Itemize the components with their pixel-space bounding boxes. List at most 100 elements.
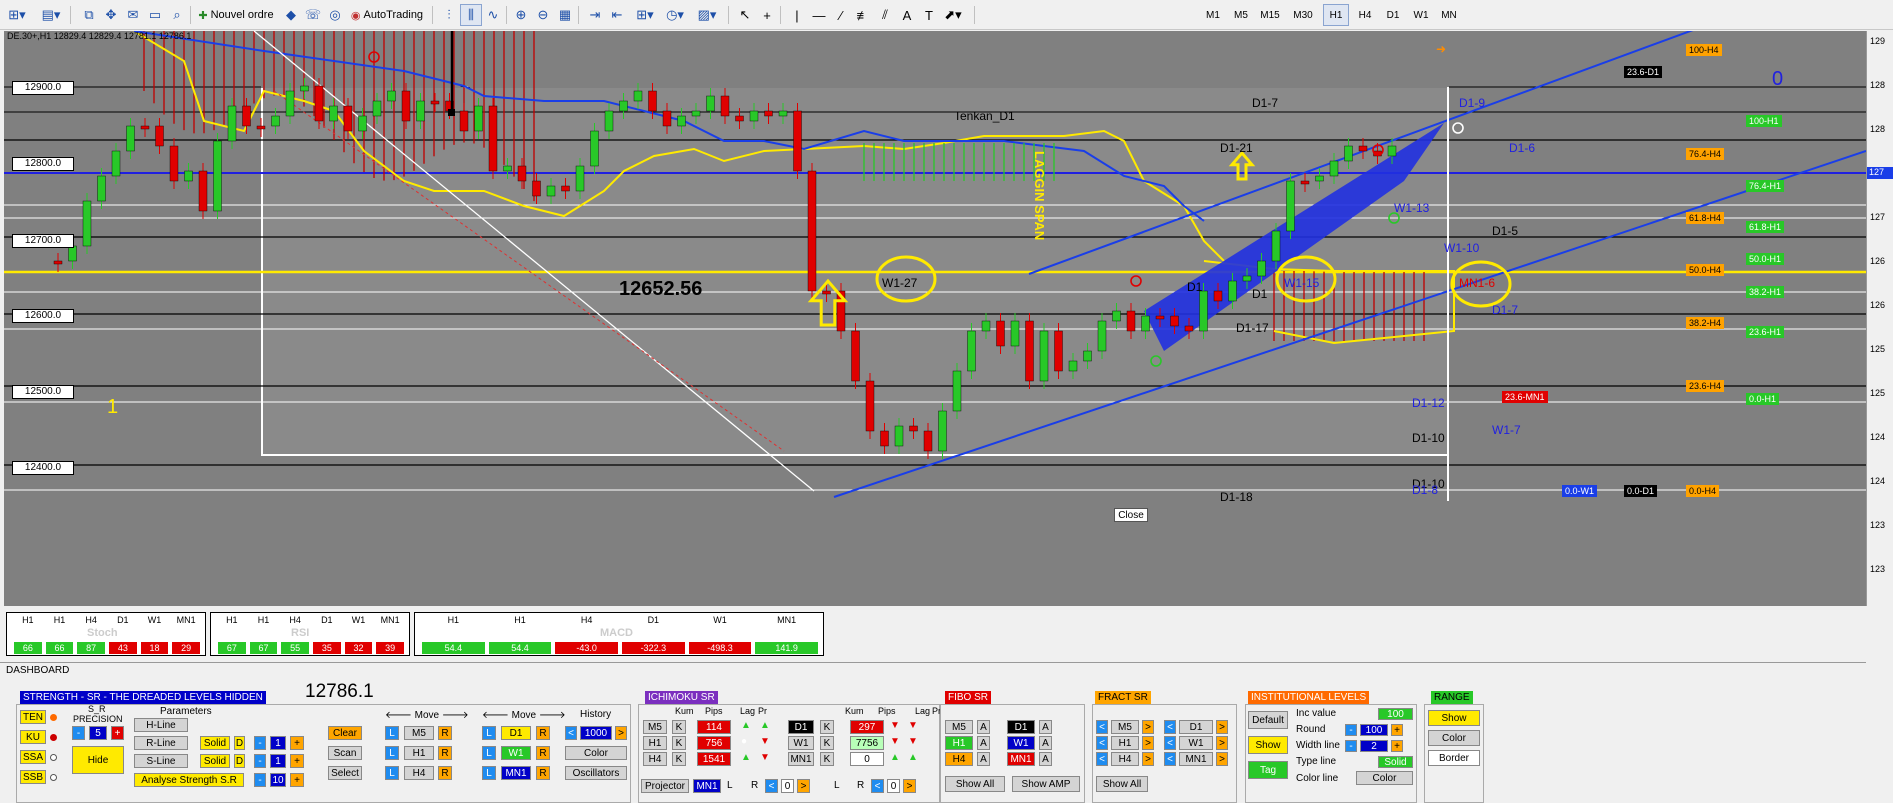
- color-button[interactable]: Color: [565, 746, 627, 760]
- fract-right[interactable]: >: [1142, 720, 1154, 734]
- type-line-value[interactable]: Solid: [1378, 756, 1413, 768]
- projector-step[interactable]: <: [765, 779, 778, 793]
- timeframe-h4[interactable]: H4: [1352, 4, 1378, 26]
- ssb-button[interactable]: SSB: [20, 770, 46, 784]
- fract-left[interactable]: <: [1096, 736, 1108, 750]
- folder-icon[interactable]: ✉: [122, 4, 144, 26]
- ichimoku-kumo[interactable]: K: [672, 720, 686, 734]
- move-control[interactable]: L: [385, 766, 399, 780]
- fract-tf[interactable]: H4: [1111, 752, 1139, 766]
- select-button[interactable]: Select: [328, 766, 362, 780]
- fibo-a[interactable]: A: [1039, 736, 1052, 750]
- analyse-minus[interactable]: -: [254, 773, 266, 787]
- move-control[interactable]: L: [482, 766, 496, 780]
- move-control[interactable]: R: [536, 766, 550, 780]
- ichimoku-tf[interactable]: D1: [788, 720, 814, 734]
- move-control[interactable]: H4: [404, 766, 434, 780]
- r-width-plus[interactable]: +: [290, 736, 304, 750]
- range-border-button[interactable]: Border: [1428, 750, 1480, 766]
- templates-icon[interactable]: ▨▾: [696, 4, 718, 26]
- ichimoku-kumo[interactable]: K: [820, 720, 834, 734]
- fibo-a[interactable]: A: [977, 752, 990, 766]
- trendline-icon[interactable]: ⁄: [830, 4, 852, 26]
- s-line-style[interactable]: Solid: [200, 754, 230, 768]
- fract-left[interactable]: <: [1164, 720, 1176, 734]
- s-line-d[interactable]: D: [234, 754, 245, 768]
- s-line-button[interactable]: S-Line: [134, 754, 188, 768]
- timeframe-m1[interactable]: M1: [1200, 4, 1226, 26]
- r-line-button[interactable]: R-Line: [134, 736, 188, 750]
- fibo-a[interactable]: A: [1039, 752, 1052, 766]
- timeframe-m5[interactable]: M5: [1228, 4, 1254, 26]
- fract-left[interactable]: <: [1096, 720, 1108, 734]
- fract-tf[interactable]: M5: [1111, 720, 1139, 734]
- ichimoku-kumo[interactable]: K: [672, 736, 686, 750]
- crosshair-icon[interactable]: +: [756, 4, 778, 26]
- move-control[interactable]: MN1: [501, 766, 531, 780]
- ichimoku-tf[interactable]: M5: [643, 720, 667, 734]
- fract-tf[interactable]: D1: [1179, 720, 1213, 734]
- market-icon[interactable]: ◎: [324, 4, 346, 26]
- projector-step[interactable]: <: [871, 779, 884, 793]
- move-control[interactable]: R: [536, 726, 550, 740]
- projector-tf[interactable]: MN1: [693, 779, 721, 793]
- ichimoku-kumo[interactable]: K: [820, 736, 834, 750]
- timeframe-h1[interactable]: H1: [1323, 4, 1349, 26]
- institutional-show-button[interactable]: Show: [1248, 736, 1288, 754]
- move-control[interactable]: L: [482, 746, 496, 760]
- projector-step[interactable]: >: [797, 779, 810, 793]
- inc-value[interactable]: 100: [1378, 708, 1413, 720]
- autoscroll-icon[interactable]: ⇥: [584, 4, 606, 26]
- periods-icon[interactable]: ◷▾: [664, 4, 686, 26]
- r-width-value[interactable]: 1: [270, 736, 286, 750]
- fract-left[interactable]: <: [1164, 736, 1176, 750]
- precision-value[interactable]: 5: [89, 726, 107, 740]
- analyse-value[interactable]: 10: [270, 773, 286, 787]
- vertical-line-icon[interactable]: |: [786, 4, 808, 26]
- chart-shift-icon[interactable]: ⇤: [606, 4, 628, 26]
- s-width-minus[interactable]: -: [254, 754, 266, 768]
- fibonacci-icon[interactable]: ⫽: [874, 4, 896, 26]
- ichimoku-kumo[interactable]: K: [820, 752, 834, 766]
- fract-tf[interactable]: H1: [1111, 736, 1139, 750]
- move-control[interactable]: R: [536, 746, 550, 760]
- fract-tf[interactable]: MN1: [1179, 752, 1213, 766]
- fibo-tf[interactable]: M5: [945, 720, 973, 734]
- fibo-show-all[interactable]: Show All: [945, 776, 1005, 792]
- bar-chart-icon[interactable]: ⫶: [438, 4, 460, 26]
- autotrading-button[interactable]: ◉ AutoTrading: [346, 4, 428, 26]
- ichimoku-tf[interactable]: W1: [788, 736, 814, 750]
- width-minus[interactable]: -: [1345, 740, 1357, 752]
- fract-right[interactable]: >: [1216, 736, 1228, 750]
- s-width-plus[interactable]: +: [290, 754, 304, 768]
- candlestick-icon[interactable]: ⫼: [460, 4, 482, 26]
- fract-right[interactable]: >: [1216, 752, 1228, 766]
- fract-tf[interactable]: W1: [1179, 736, 1213, 750]
- horizontal-line-icon[interactable]: —: [808, 4, 830, 26]
- color-line-button[interactable]: Color: [1356, 771, 1413, 785]
- h-line-button[interactable]: H-Line: [134, 718, 188, 732]
- tester-icon[interactable]: ⌕: [166, 4, 188, 26]
- move-control[interactable]: R: [438, 746, 452, 760]
- round-plus[interactable]: +: [1391, 724, 1403, 736]
- price-chart[interactable]: ➜ DE.30+,H1 12829.4 12829.4 12781.1 1278…: [4, 31, 1866, 606]
- precision-plus[interactable]: +: [111, 726, 124, 740]
- fibo-a[interactable]: A: [977, 720, 990, 734]
- fract-show-all[interactable]: Show All: [1096, 776, 1148, 792]
- move-control[interactable]: H1: [404, 746, 434, 760]
- fibo-a[interactable]: A: [1039, 720, 1052, 734]
- ku-button[interactable]: KU: [20, 730, 46, 744]
- price-scale[interactable]: 129128128127127126126125125124124123123 …: [1866, 31, 1893, 606]
- move-control[interactable]: L: [385, 726, 399, 740]
- projector-button[interactable]: Projector: [641, 779, 689, 793]
- move-control[interactable]: W1: [501, 746, 531, 760]
- move-control[interactable]: R: [438, 766, 452, 780]
- fract-right[interactable]: >: [1142, 736, 1154, 750]
- default-button[interactable]: Default: [1248, 711, 1288, 729]
- profiles-icon[interactable]: ▤▾: [40, 4, 62, 26]
- clear-button[interactable]: Clear: [328, 726, 362, 740]
- ichimoku-tf[interactable]: H4: [643, 752, 667, 766]
- projector-step[interactable]: 0: [887, 779, 900, 793]
- navigator-icon[interactable]: ✥: [100, 4, 122, 26]
- ichimoku-tf[interactable]: MN1: [788, 752, 814, 766]
